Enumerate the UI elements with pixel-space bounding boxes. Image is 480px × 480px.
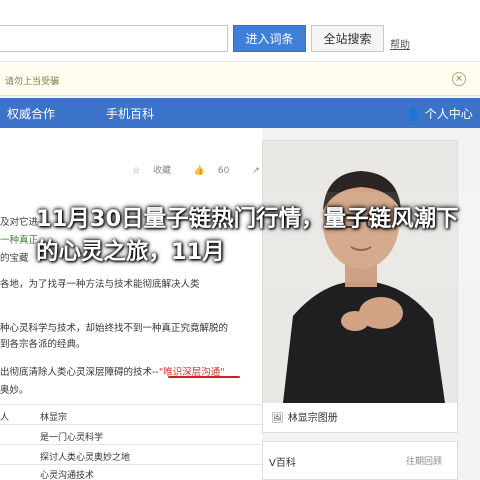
like-count: 60 [217, 166, 230, 176]
table-row: 人 林显宗 [0, 410, 67, 423]
vbaike-box: V百科 往期回顾 [262, 441, 458, 480]
table-divider [0, 424, 262, 425]
table-key: 人 [0, 413, 10, 423]
table-value: 是一门心灵科学 [40, 433, 104, 443]
person-photo-card[interactable]: 🖼 林显宗图册 [262, 140, 458, 433]
vbaike-more-link[interactable]: 往期回顾 [406, 454, 442, 467]
collect-label: 收藏 [152, 166, 171, 176]
star-icon: ☆ [132, 166, 143, 176]
red-underline-mark [168, 376, 240, 378]
photo-caption[interactable]: 🖼 林显宗图册 [271, 409, 338, 424]
help-link[interactable]: 帮助 [390, 36, 410, 51]
user-center-label: 个人中心 [424, 107, 473, 121]
table-row: 心灵沟通技术 [0, 468, 94, 480]
main-nav: 权威合作 手机百科 👤 个人中心 [0, 98, 480, 128]
article-line: 到各宗各派的经典。 [0, 339, 86, 350]
close-icon[interactable]: × [452, 72, 466, 86]
nav-item-authority[interactable]: 权威合作 [7, 105, 55, 122]
nav-item-user-center[interactable]: 👤 个人中心 [406, 105, 473, 122]
article-line: 种心灵科学与技术，却始终找不到一种真正究竟解脱的 [0, 323, 229, 334]
table-divider [0, 444, 262, 445]
notice-bar: 请勿上当受骗 × [0, 62, 480, 96]
table-divider [0, 464, 262, 465]
table-value: 林显宗 [40, 413, 68, 423]
article-body: ☆ 收藏 👍 60 ↗ 6 及对它进 一种真正 的宝藏 各地，为了找寻一种方法与… [0, 128, 278, 480]
enter-entry-button[interactable]: 进入词条 [233, 25, 306, 52]
article-line: 奥妙。 [0, 385, 29, 396]
table-divider [0, 404, 262, 405]
table-row: 探讨人类心灵奥妙之地 [0, 450, 130, 463]
overlay-headline: 11月30日量子链热门行情，量子链风潮下的心灵之旅，11月 [36, 206, 459, 265]
like-action[interactable]: 👍 60 [194, 166, 240, 176]
thumbs-up-icon: 👍 [193, 166, 208, 176]
collect-action[interactable]: ☆ 收藏 [132, 166, 181, 176]
article-line-text: 出彻底清除人类心灵深层障碍的技术-- [0, 367, 159, 378]
search-input[interactable] [0, 25, 228, 52]
user-icon: 👤 [406, 107, 425, 121]
image-icon: 🖼 [271, 413, 284, 424]
photo-caption-label: 林显宗图册 [287, 413, 338, 424]
top-search-bar: 进入词条 全站搜索 帮助 [0, 0, 480, 62]
table-value: 心灵沟通技术 [40, 471, 95, 480]
notice-text: 请勿上当受骗 [5, 77, 60, 87]
table-row: 是一门心灵科学 [0, 430, 103, 443]
table-value: 探讨人类心灵奥妙之地 [40, 453, 131, 463]
global-search-button[interactable]: 全站搜索 [311, 25, 384, 52]
nav-item-mobile[interactable]: 手机百科 [106, 105, 154, 122]
vbaike-title: V百科 [269, 458, 296, 469]
